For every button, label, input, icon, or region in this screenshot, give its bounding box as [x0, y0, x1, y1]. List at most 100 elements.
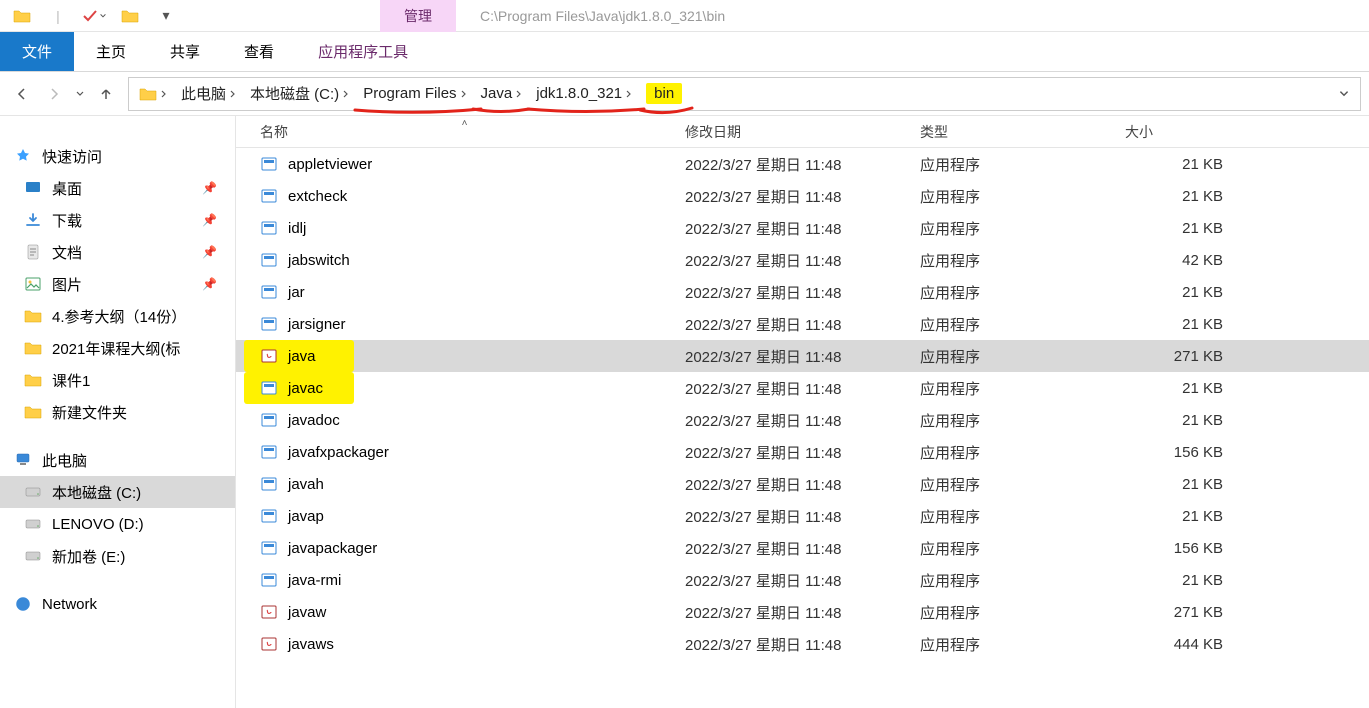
file-name: javac: [288, 380, 323, 397]
file-row[interactable]: jar2022/3/27 星期日 11:48应用程序21 KB: [236, 276, 1369, 308]
file-row[interactable]: jabswitch2022/3/27 星期日 11:48应用程序42 KB: [236, 244, 1369, 276]
breadcrumb-root-icon[interactable]: [133, 78, 175, 110]
file-type: 应用程序: [912, 250, 1117, 271]
sidebar-item-lenovo-d[interactable]: LENOVO (D:): [0, 508, 235, 540]
pin-icon: 📌: [202, 277, 217, 291]
file-name: javapackager: [288, 540, 377, 557]
sidebar-item-folder-kj[interactable]: 课件1: [0, 364, 235, 396]
sidebar-item-folder-2021[interactable]: 2021年课程大纲(标: [0, 332, 235, 364]
navigation-bar: 此电脑 本地磁盘 (C:) Program Files Java jdk1.8.…: [0, 72, 1369, 116]
file-date: 2022/3/27 星期日 11:48: [677, 474, 912, 495]
file-row[interactable]: appletviewer2022/3/27 星期日 11:48应用程序21 KB: [236, 148, 1369, 180]
file-size: 271 KB: [1117, 604, 1247, 621]
breadcrumb-jdk[interactable]: jdk1.8.0_321: [530, 78, 640, 110]
file-type: 应用程序: [912, 570, 1117, 591]
nav-back-button[interactable]: [8, 80, 36, 108]
file-date: 2022/3/27 星期日 11:48: [677, 442, 912, 463]
file-row[interactable]: idlj2022/3/27 星期日 11:48应用程序21 KB: [236, 212, 1369, 244]
file-row[interactable]: javac2022/3/27 星期日 11:48应用程序21 KB: [236, 372, 1369, 404]
column-header-type[interactable]: 类型: [912, 122, 1117, 142]
qat-properties-icon[interactable]: [80, 2, 108, 30]
column-headers: 名称˄ 修改日期 类型 大小: [236, 116, 1369, 148]
breadcrumb-java[interactable]: Java: [475, 78, 531, 110]
file-type-icon: [260, 347, 278, 365]
file-row[interactable]: jarsigner2022/3/27 星期日 11:48应用程序21 KB: [236, 308, 1369, 340]
sidebar-item-pictures[interactable]: 图片📌: [0, 268, 235, 300]
breadcrumb-local-disk[interactable]: 本地磁盘 (C:): [244, 78, 357, 110]
file-row[interactable]: extcheck2022/3/27 星期日 11:48应用程序21 KB: [236, 180, 1369, 212]
file-type-icon: [260, 571, 278, 589]
file-name: java: [288, 348, 316, 365]
file-row[interactable]: javaws2022/3/27 星期日 11:48应用程序444 KB: [236, 628, 1369, 660]
column-header-name[interactable]: 名称˄: [252, 122, 677, 142]
file-size: 42 KB: [1117, 252, 1247, 269]
nav-up-button[interactable]: [92, 80, 120, 108]
file-date: 2022/3/27 星期日 11:48: [677, 154, 912, 175]
file-size: 21 KB: [1117, 316, 1247, 333]
sidebar-item-new-vol-e[interactable]: 新加卷 (E:): [0, 540, 235, 572]
sidebar-item-desktop[interactable]: 桌面📌: [0, 172, 235, 204]
file-name: jar: [288, 284, 305, 301]
file-type-icon: [260, 251, 278, 269]
ribbon-tab-home[interactable]: 主页: [74, 32, 148, 71]
file-size: 21 KB: [1117, 380, 1247, 397]
file-type-icon: [260, 219, 278, 237]
qat-customize-icon[interactable]: ▾: [152, 2, 180, 30]
sidebar-item-local-disk-c[interactable]: 本地磁盘 (C:): [0, 476, 235, 508]
file-list[interactable]: appletviewer2022/3/27 星期日 11:48应用程序21 KB…: [236, 148, 1369, 708]
address-bar-dropdown[interactable]: [1332, 78, 1356, 110]
ribbon-tab-share[interactable]: 共享: [148, 32, 222, 71]
file-date: 2022/3/27 星期日 11:48: [677, 506, 912, 527]
file-type: 应用程序: [912, 346, 1117, 367]
file-type: 应用程序: [912, 282, 1117, 303]
file-type-icon: [260, 443, 278, 461]
file-list-pane: 名称˄ 修改日期 类型 大小 appletviewer2022/3/27 星期日…: [236, 116, 1369, 708]
file-row[interactable]: javah2022/3/27 星期日 11:48应用程序21 KB: [236, 468, 1369, 500]
file-date: 2022/3/27 星期日 11:48: [677, 634, 912, 655]
sidebar-item-downloads[interactable]: 下载📌: [0, 204, 235, 236]
sidebar-item-documents[interactable]: 文档📌: [0, 236, 235, 268]
file-row[interactable]: javap2022/3/27 星期日 11:48应用程序21 KB: [236, 500, 1369, 532]
qat-divider: |: [44, 2, 72, 30]
file-row[interactable]: java-rmi2022/3/27 星期日 11:48应用程序21 KB: [236, 564, 1369, 596]
breadcrumb-this-pc[interactable]: 此电脑: [175, 78, 244, 110]
context-tab-manage[interactable]: 管理: [380, 0, 456, 32]
file-size: 21 KB: [1117, 412, 1247, 429]
sidebar-item-folder-ref[interactable]: 4.参考大纲（14份）: [0, 300, 235, 332]
window-title-path: C:\Program Files\Java\jdk1.8.0_321\bin: [456, 8, 725, 24]
breadcrumb-bin-highlight: bin: [646, 83, 682, 104]
file-row[interactable]: java2022/3/27 星期日 11:48应用程序271 KB: [236, 340, 1369, 372]
column-header-date[interactable]: 修改日期: [677, 122, 912, 142]
file-name: javafxpackager: [288, 444, 389, 461]
file-date: 2022/3/27 星期日 11:48: [677, 250, 912, 271]
address-bar[interactable]: 此电脑 本地磁盘 (C:) Program Files Java jdk1.8.…: [128, 77, 1361, 111]
sidebar-network[interactable]: Network: [0, 588, 235, 620]
sidebar-this-pc[interactable]: 此电脑: [0, 444, 235, 476]
file-type: 应用程序: [912, 474, 1117, 495]
breadcrumb-bin[interactable]: bin: [640, 78, 688, 110]
nav-recent-button[interactable]: [72, 80, 88, 108]
pin-icon: 📌: [202, 213, 217, 227]
file-row[interactable]: javaw2022/3/27 星期日 11:48应用程序271 KB: [236, 596, 1369, 628]
file-row[interactable]: javadoc2022/3/27 星期日 11:48应用程序21 KB: [236, 404, 1369, 436]
sidebar-item-folder-new[interactable]: 新建文件夹: [0, 396, 235, 428]
file-size: 156 KB: [1117, 540, 1247, 557]
ribbon-tab-app-tools[interactable]: 应用程序工具: [296, 32, 430, 71]
file-name: javaws: [288, 636, 334, 653]
qat-open-icon[interactable]: [116, 2, 144, 30]
file-date: 2022/3/27 星期日 11:48: [677, 602, 912, 623]
sidebar-quick-access[interactable]: 快速访问: [0, 140, 235, 172]
file-date: 2022/3/27 星期日 11:48: [677, 410, 912, 431]
file-type: 应用程序: [912, 186, 1117, 207]
nav-forward-button[interactable]: [40, 80, 68, 108]
file-type-icon: [260, 603, 278, 621]
ribbon-tab-view[interactable]: 查看: [222, 32, 296, 71]
breadcrumb-program-files[interactable]: Program Files: [357, 78, 474, 110]
file-name: jarsigner: [288, 316, 346, 333]
file-row[interactable]: javafxpackager2022/3/27 星期日 11:48应用程序156…: [236, 436, 1369, 468]
file-row[interactable]: javapackager2022/3/27 星期日 11:48应用程序156 K…: [236, 532, 1369, 564]
file-type: 应用程序: [912, 634, 1117, 655]
column-header-size[interactable]: 大小: [1117, 122, 1247, 142]
ribbon-tab-file[interactable]: 文件: [0, 32, 74, 71]
file-date: 2022/3/27 星期日 11:48: [677, 314, 912, 335]
